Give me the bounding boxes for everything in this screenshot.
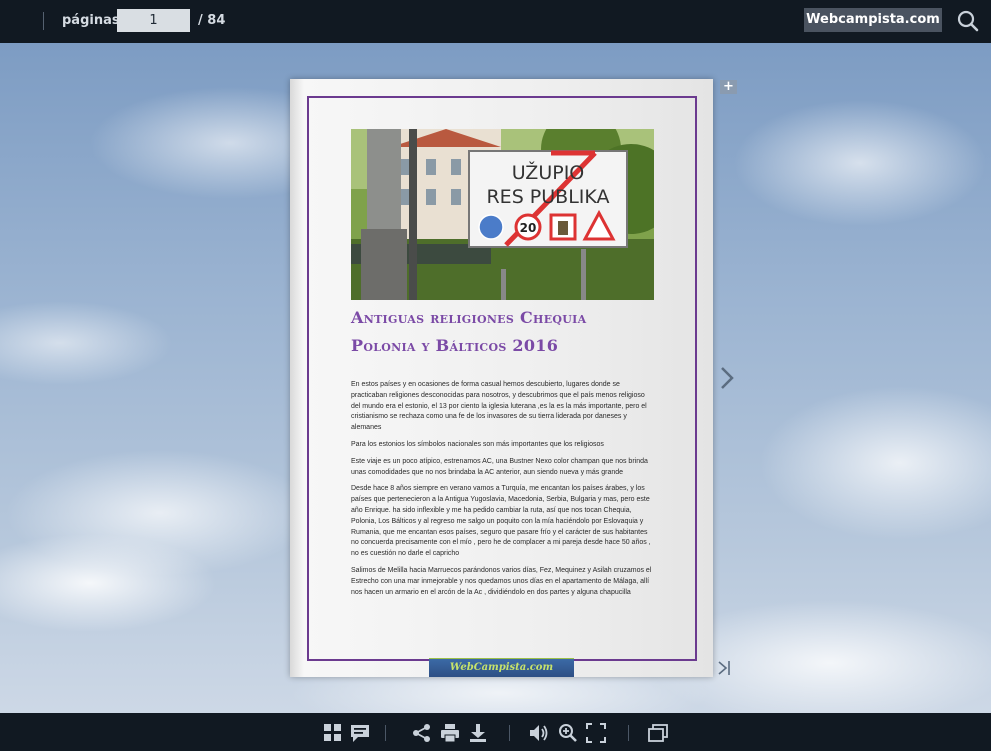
article-title-line2: Polonia y Bálticos 2016 <box>351 336 559 355</box>
article-title: Antiguas religiones Chequia Polonia y Bá… <box>351 304 671 360</box>
brand-button[interactable]: Webcampista.com <box>804 8 942 32</box>
paragraph-2: Para los estonios los símbolos nacionale… <box>351 440 604 448</box>
paragraph-5: Salimos de Melilla hacia Marruecos parán… <box>351 566 652 596</box>
add-bookmark-icon[interactable]: + <box>720 80 737 94</box>
download-icon[interactable] <box>468 723 488 743</box>
toolbar-divider <box>509 725 510 741</box>
footer-banner: WebCampista.com <box>429 658 574 677</box>
bottom-toolbar <box>0 713 991 751</box>
windows-icon[interactable] <box>648 723 668 743</box>
volume-icon[interactable] <box>529 723 549 743</box>
article-body: En estos países y en ocasiones de forma … <box>351 380 656 604</box>
toolbar-divider <box>385 725 386 741</box>
paragraph-3: Este viaje es un poco atípico, estrenamo… <box>351 457 648 476</box>
search-icon[interactable] <box>956 9 980 33</box>
fullscreen-icon[interactable] <box>586 723 606 743</box>
toolbar-divider <box>628 725 629 741</box>
last-page-icon[interactable] <box>716 659 736 677</box>
page-number-input[interactable] <box>117 9 190 32</box>
page-photo: UŽUPIO RES PUBLIKA 20 <box>351 129 654 300</box>
top-toolbar: páginas: / 84 Webcampista.com <box>0 0 991 43</box>
toolbar-divider <box>43 12 44 30</box>
photo-illustration: UŽUPIO RES PUBLIKA 20 <box>351 129 654 300</box>
book-stage: UŽUPIO RES PUBLIKA 20 Antiguas religione… <box>0 43 991 713</box>
paragraph-4: Desde hace 8 años siempre en verano vamo… <box>351 485 651 558</box>
sign-line1: UŽUPIO <box>512 161 585 184</box>
sign-line2: RES PUBLIKA <box>486 186 609 208</box>
share-icon[interactable] <box>412 723 432 743</box>
paragraph-1: En estos países y en ocasiones de forma … <box>351 381 647 432</box>
book-page[interactable]: UŽUPIO RES PUBLIKA 20 Antiguas religione… <box>290 79 713 677</box>
sign-speed: 20 <box>520 221 537 235</box>
article-title-line1: Antiguas religiones Chequia <box>351 308 587 327</box>
comment-icon[interactable] <box>350 723 370 743</box>
grid-icon[interactable] <box>323 723 343 743</box>
pages-label: páginas: <box>62 13 125 28</box>
print-icon[interactable] <box>440 723 460 743</box>
page-total: / 84 <box>198 13 226 28</box>
zoom-in-icon[interactable] <box>558 723 578 743</box>
next-page-icon[interactable] <box>716 365 738 391</box>
